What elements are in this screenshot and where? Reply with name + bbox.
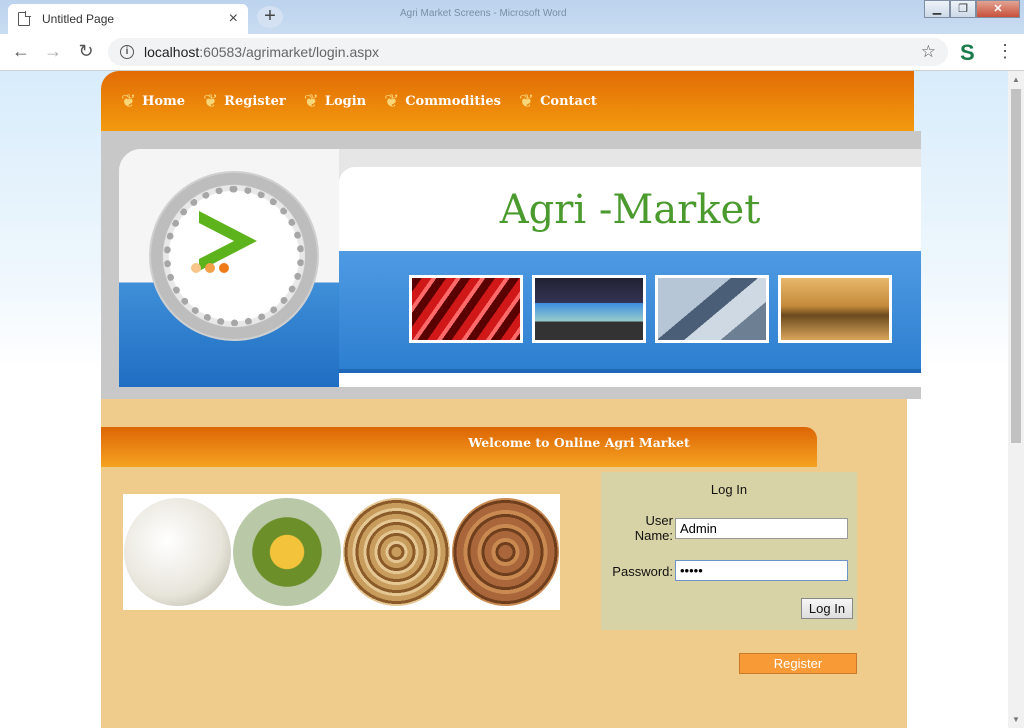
- login-title: Log In: [710, 482, 748, 497]
- nav-item-home[interactable]: ❦ Home: [121, 91, 185, 112]
- login-button[interactable]: Log In: [801, 598, 853, 619]
- logo-panel: [119, 149, 339, 387]
- page-scrollbar[interactable]: ▲ ▼: [1008, 71, 1024, 728]
- wheat-icon: ❦: [303, 90, 319, 111]
- menu-icon[interactable]: ⋮: [996, 41, 1014, 62]
- logo-dot: [205, 263, 215, 273]
- browser-toolbar: ← → ↻ i localhost:60583/agrimarket/login…: [0, 34, 1024, 71]
- password-input[interactable]: [675, 560, 848, 581]
- site-container: ❦ Home ❦ Register ❦ Login ❦ Commodities …: [101, 71, 921, 728]
- nav-label: Commodities: [405, 93, 501, 109]
- banner-thumbnails: [409, 275, 901, 343]
- banner-stripe: [339, 369, 921, 373]
- wheat-icon: ❦: [518, 90, 535, 111]
- scroll-up-icon[interactable]: ▲: [1012, 75, 1020, 84]
- nav-label: Login: [324, 93, 367, 109]
- site-navigation: ❦ Home ❦ Register ❦ Login ❦ Commodities …: [101, 71, 914, 131]
- welcome-text: Welcome to Online Agri Market: [468, 435, 690, 450]
- nav-item-commodities[interactable]: ❦ Commodities: [384, 91, 501, 112]
- reload-icon[interactable]: ↻: [75, 41, 97, 62]
- scrollbar-thumb[interactable]: [1011, 89, 1021, 443]
- minimize-button[interactable]: ▁: [924, 0, 950, 18]
- extension-icon[interactable]: S: [960, 40, 975, 66]
- wheat-icon: ❦: [203, 90, 219, 111]
- banner-image-red-abstract: [409, 275, 523, 343]
- address-bar[interactable]: i localhost:60583/agrimarket/login.aspx …: [108, 38, 948, 66]
- page-icon: [18, 11, 31, 26]
- nav-label: Register: [224, 93, 286, 109]
- restore-button[interactable]: ❐: [950, 0, 976, 18]
- logo-dot: [219, 263, 229, 273]
- wheat-icon: ❦: [121, 90, 137, 111]
- hazelnuts-image: [451, 498, 559, 606]
- browser-tab-strip: Untitled Page × + Agri Market Screens - …: [0, 0, 1024, 34]
- page-viewport: ❦ Home ❦ Register ❦ Login ❦ Commodities …: [0, 71, 1008, 728]
- nav-label: Contact: [540, 93, 597, 109]
- banner-image-conference-room: [778, 275, 892, 343]
- banner-image-office-computers: [532, 275, 646, 343]
- logo-arrow-inner: [199, 223, 234, 259]
- banner-image-building: [655, 275, 769, 343]
- url-text[interactable]: localhost:60583/agrimarket/login.aspx: [144, 44, 379, 60]
- site-title: Agri -Market: [499, 187, 761, 233]
- nav-item-register[interactable]: ❦ Register: [203, 91, 286, 112]
- rice-image: [124, 498, 232, 606]
- peanuts-image: [342, 498, 450, 606]
- url-path: :60583/agrimarket/login.aspx: [199, 44, 380, 60]
- new-tab-button[interactable]: +: [257, 6, 283, 28]
- close-window-button[interactable]: ✕: [976, 0, 1020, 18]
- scroll-down-icon[interactable]: ▼: [1012, 715, 1020, 724]
- browser-tab[interactable]: Untitled Page ×: [8, 4, 248, 34]
- nav-label: Home: [142, 93, 186, 109]
- tab-title: Untitled Page: [42, 12, 115, 26]
- wheat-icon: ❦: [384, 90, 400, 111]
- title-panel: Agri -Market: [339, 167, 921, 387]
- username-label: User Name:: [634, 513, 673, 543]
- welcome-bar: Welcome to Online Agri Market: [101, 427, 817, 467]
- produce-image-strip: [123, 494, 560, 610]
- tab-close-icon[interactable]: ×: [229, 10, 238, 28]
- password-label: Password:: [612, 564, 673, 579]
- url-host: localhost: [144, 44, 200, 60]
- nav-item-login[interactable]: ❦ Login: [304, 91, 366, 112]
- login-form: Log In User Name: Password: Log In: [601, 472, 857, 630]
- nav-item-contact[interactable]: ❦ Contact: [519, 91, 597, 112]
- header-banner: Agri -Market: [101, 131, 921, 399]
- cashew-fruit-image: [233, 498, 341, 606]
- forward-icon[interactable]: →: [42, 41, 64, 62]
- star-icon[interactable]: ☆: [921, 42, 936, 62]
- logo-dot: [191, 263, 201, 273]
- info-icon[interactable]: i: [120, 45, 134, 59]
- window-title: Agri Market Screens - Microsoft Word: [400, 8, 567, 19]
- back-icon[interactable]: ←: [10, 41, 32, 62]
- username-input[interactable]: [675, 518, 848, 539]
- main-content: Welcome to Online Agri Market Log In Use…: [101, 399, 907, 728]
- register-button[interactable]: Register: [739, 653, 857, 674]
- banner-frame: Agri -Market: [119, 149, 921, 387]
